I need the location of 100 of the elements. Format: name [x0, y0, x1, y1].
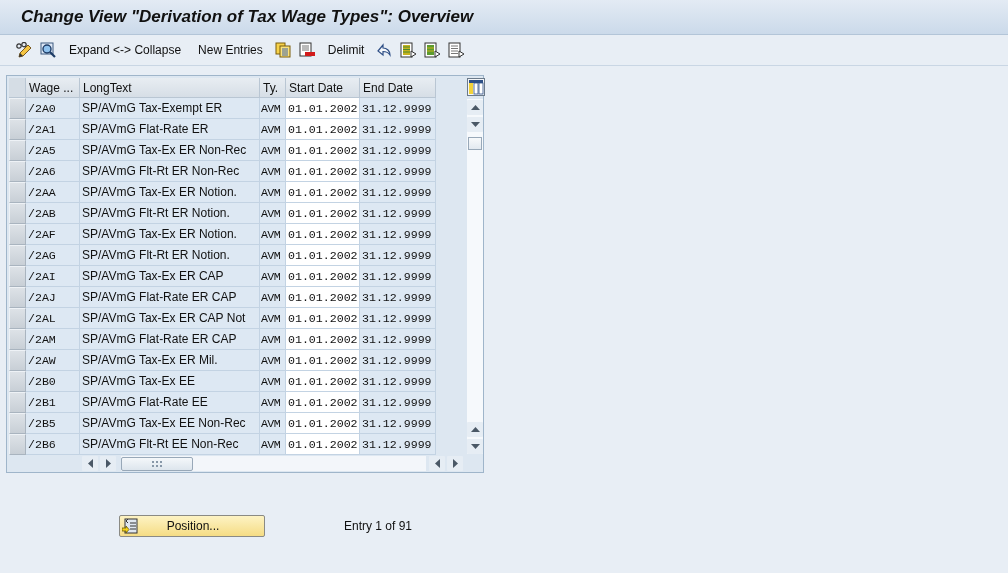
input-field[interactable]: 01.01.2002 [286, 245, 360, 267]
table-cell: /2A1 [26, 119, 80, 141]
row-selector[interactable] [9, 392, 26, 414]
scroll-up-button[interactable] [467, 422, 483, 437]
row-selector[interactable] [9, 119, 26, 141]
row-selector[interactable] [9, 350, 26, 372]
scroll-thumb[interactable] [121, 456, 193, 471]
input-field[interactable]: 01.01.2002 [286, 371, 360, 393]
table-cell: /2B5 [26, 413, 80, 435]
toolbar-button[interactable]: Delimit [325, 43, 367, 57]
table-cell: AVM [260, 329, 286, 351]
table-cell: 31.12.9999 [360, 98, 436, 120]
row-selector[interactable] [9, 308, 26, 330]
copy-icon[interactable] [274, 42, 291, 58]
triangle-up-icon [470, 105, 480, 110]
delete-icon[interactable] [298, 42, 315, 58]
scrollbar-track[interactable] [121, 456, 426, 472]
triangle-down-icon [470, 122, 480, 127]
table-cell: 31.12.9999 [360, 182, 436, 204]
toolbar-button[interactable]: New Entries [196, 43, 265, 57]
search-icon[interactable] [40, 42, 56, 58]
input-field[interactable]: 01.01.2002 [286, 119, 360, 141]
select-all-icon[interactable] [400, 42, 417, 58]
scrollbar-track[interactable] [467, 99, 483, 454]
row-selector[interactable] [9, 140, 26, 162]
input-field[interactable]: 01.01.2002 [286, 434, 360, 456]
table-cell: SP/AVmG Flat-Rate EE [80, 392, 260, 414]
column-header[interactable]: Ty. [260, 78, 286, 98]
table-cell: AVM [260, 413, 286, 435]
table-cell: /2AG [26, 245, 80, 267]
scroll-thumb[interactable] [468, 137, 482, 150]
row-selector[interactable] [9, 329, 26, 351]
row-selector[interactable] [9, 245, 26, 267]
table-cell: 31.12.9999 [360, 161, 436, 183]
column-header[interactable]: LongText [80, 78, 260, 98]
column-header[interactable]: Wage ... [26, 78, 80, 98]
scroll-up-button[interactable] [467, 100, 483, 115]
row-selector[interactable] [9, 413, 26, 435]
select-all-corner[interactable] [9, 78, 26, 99]
table-cell: /2A0 [26, 98, 80, 120]
table-cell: AVM [260, 287, 286, 309]
input-field[interactable]: 01.01.2002 [286, 350, 360, 372]
table-cell: AVM [260, 98, 286, 120]
table-cell: /2AL [26, 308, 80, 330]
triangle-left-icon [434, 459, 440, 469]
table-cell: 31.12.9999 [360, 350, 436, 372]
row-selector[interactable] [9, 287, 26, 309]
scroll-left-button[interactable] [82, 456, 98, 472]
input-field[interactable]: 01.01.2002 [286, 203, 360, 225]
table-cell: SP/AVmG Tax-Ex ER CAP Not [80, 308, 260, 330]
input-field[interactable]: 01.01.2002 [286, 266, 360, 288]
column-header[interactable]: Start Date [286, 78, 360, 98]
table-cell: /2AI [26, 266, 80, 288]
row-selector[interactable] [9, 371, 26, 393]
row-selector[interactable] [9, 182, 26, 204]
table-cell: /2B1 [26, 392, 80, 414]
triangle-up-icon [470, 427, 480, 432]
row-selector[interactable] [9, 224, 26, 246]
scroll-down-button[interactable] [467, 439, 483, 454]
row-selector[interactable] [9, 98, 26, 120]
input-field[interactable]: 01.01.2002 [286, 329, 360, 351]
triangle-right-icon [105, 459, 111, 469]
table-cell: AVM [260, 224, 286, 246]
toolbar-button[interactable]: Expand <-> Collapse [67, 43, 184, 57]
table-cell: SP/AVmG Flt-Rt ER Notion. [80, 203, 260, 225]
undo-icon[interactable] [376, 42, 393, 58]
select-block-icon[interactable] [424, 42, 441, 58]
input-field[interactable]: 01.01.2002 [286, 413, 360, 435]
row-selector[interactable] [9, 266, 26, 288]
scroll-down-button[interactable] [467, 117, 483, 132]
table-cell: /2B0 [26, 371, 80, 393]
table-cell: 31.12.9999 [360, 413, 436, 435]
input-field[interactable]: 01.01.2002 [286, 161, 360, 183]
input-field[interactable]: 01.01.2002 [286, 287, 360, 309]
table-cell: 31.12.9999 [360, 308, 436, 330]
input-field[interactable]: 01.01.2002 [286, 308, 360, 330]
triangle-right-icon [452, 459, 458, 469]
input-field[interactable]: 01.01.2002 [286, 224, 360, 246]
table-cell: AVM [260, 371, 286, 393]
table-cell: AVM [260, 434, 286, 456]
table-cell: SP/AVmG Flat-Rate ER [80, 119, 260, 141]
row-selector[interactable] [9, 434, 26, 456]
triangle-left-icon [87, 459, 93, 469]
deselect-all-icon[interactable] [448, 42, 465, 58]
column-header[interactable]: End Date [360, 78, 436, 98]
pencil-icon[interactable] [16, 42, 32, 58]
table-cell: 31.12.9999 [360, 224, 436, 246]
input-field[interactable]: 01.01.2002 [286, 392, 360, 414]
scroll-left-button[interactable] [429, 456, 445, 472]
row-selector[interactable] [9, 161, 26, 183]
input-field[interactable]: 01.01.2002 [286, 98, 360, 120]
row-selector[interactable] [9, 203, 26, 225]
scroll-right-button[interactable] [447, 456, 463, 472]
column-settings-icon[interactable] [467, 78, 485, 96]
table-cell: /2A6 [26, 161, 80, 183]
position-button[interactable]: Position... [119, 515, 265, 537]
table-cell: SP/AVmG Tax-Ex EE [80, 371, 260, 393]
input-field[interactable]: 01.01.2002 [286, 182, 360, 204]
scroll-right-button[interactable] [100, 456, 116, 472]
input-field[interactable]: 01.01.2002 [286, 140, 360, 162]
